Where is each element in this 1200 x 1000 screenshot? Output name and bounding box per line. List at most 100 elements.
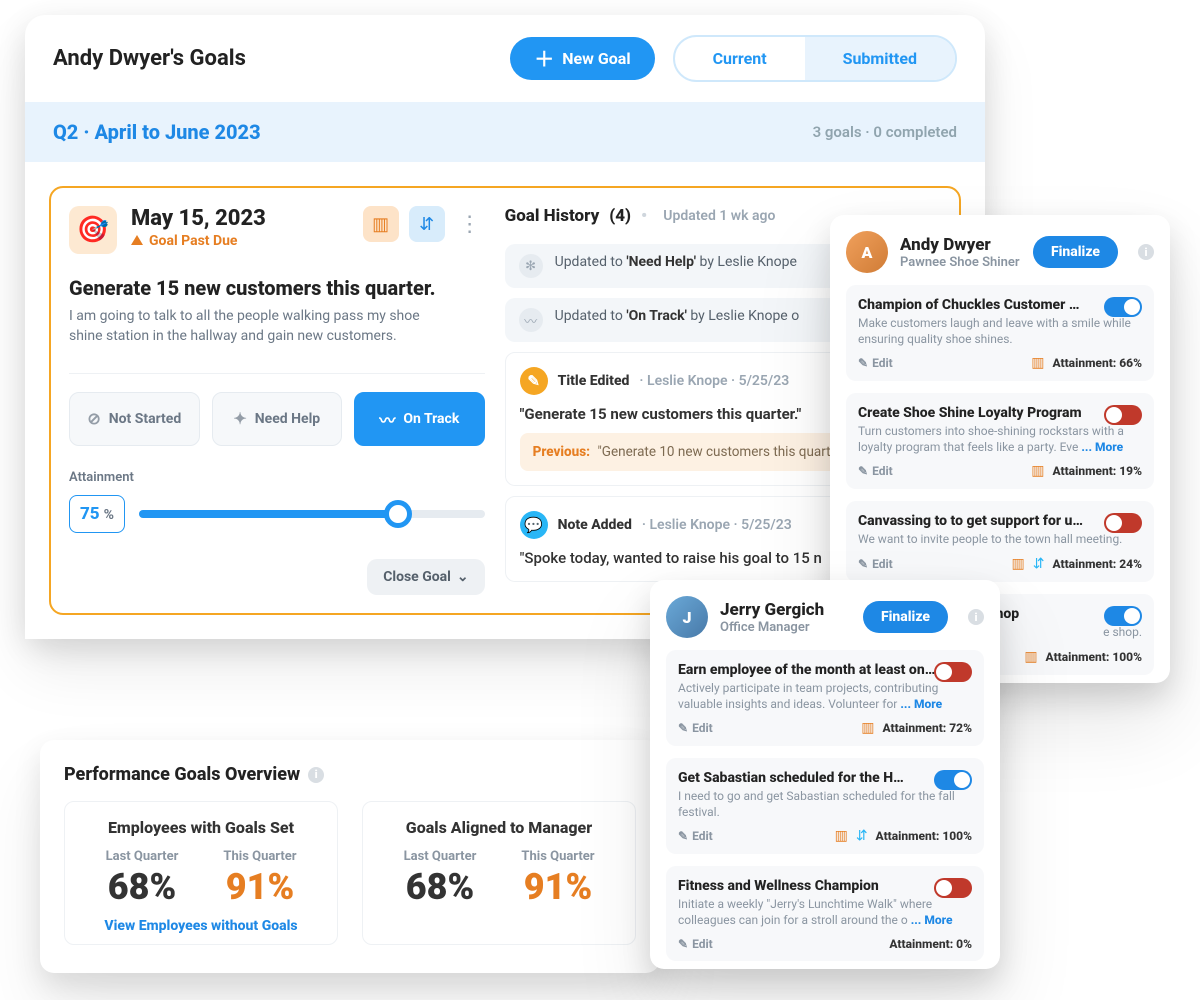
period-label: Q2 · April to June 2023 (53, 120, 261, 144)
report-icon[interactable]: ▥ (1012, 556, 1025, 572)
history-note-meta: · Leslie Knope · 5/25/23 (642, 517, 792, 533)
report-icon[interactable]: ▥ (1031, 355, 1044, 371)
goal-head: 🎯 May 15, 2023 Goal Past Due ▥ ⇵ ⋮ (69, 206, 485, 254)
report-icon[interactable]: ▥ (1031, 463, 1044, 479)
edit-button[interactable]: ✎Edit (858, 356, 893, 370)
history-pre: Updated to (555, 308, 627, 324)
goal-item-desc: Make customers laugh and leave with a sm… (858, 316, 1142, 347)
goal-head-text: May 15, 2023 Goal Past Due (131, 206, 266, 249)
history-title-text: Goal History (505, 206, 600, 226)
target-icon: 🎯 (69, 206, 117, 254)
goal-item-title: Get Sabastian scheduled for the Harves… (678, 770, 908, 786)
tab-submitted[interactable]: Submitted (805, 37, 955, 80)
info-icon[interactable]: i (308, 767, 324, 783)
goal-toggle[interactable] (934, 662, 972, 682)
attainment-text: Attainment: 100% (876, 829, 972, 843)
more-link[interactable]: ... More (1081, 440, 1123, 454)
ov-last: Last Quarter 68% (381, 849, 499, 908)
goal-toggle[interactable] (1104, 297, 1142, 317)
close-goal-button[interactable]: Close Goal ⌄ (367, 559, 484, 595)
period-bar: Q2 · April to June 2023 3 goals · 0 comp… (25, 102, 985, 162)
status-on-track[interactable]: 〰 On Track (354, 392, 485, 446)
report-icon[interactable]: ▥ (1024, 649, 1037, 665)
attainment-text: Attainment: 100% (1046, 650, 1142, 664)
history-edit-title: Title Edited (558, 373, 630, 389)
goal-toggle[interactable] (1104, 405, 1142, 425)
edit-label: Edit (872, 356, 893, 370)
goal-item-footer: ✎Edit ▥ Attainment: 66% (858, 355, 1142, 371)
more-link[interactable]: ... More (911, 913, 953, 927)
pencil-icon: ✎ (678, 721, 688, 735)
goal-toggle[interactable] (1104, 606, 1142, 626)
attainment-row: 75 % (69, 495, 485, 533)
edit-label: Edit (872, 557, 893, 571)
ov-this: This Quarter 91% (499, 849, 617, 908)
goal-item-title: Create Shoe Shine Loyalty Program (858, 405, 1088, 421)
edit-button[interactable]: ✎ Edit (678, 721, 713, 735)
edit-button[interactable]: ✎Edit (858, 464, 893, 478)
goal-item-desc: I need to go and get Sabastian scheduled… (678, 789, 972, 820)
people-icon[interactable]: ⇵ (856, 828, 868, 844)
status-need-help-label: Need Help (255, 411, 320, 427)
period-stats: 3 goals · 0 completed (813, 123, 957, 141)
goal-toggle[interactable] (934, 878, 972, 898)
goal-report-button[interactable]: ▥ (363, 206, 399, 242)
pencil-icon: ✎ (858, 557, 868, 571)
finalize-button[interactable]: Finalize (863, 601, 948, 633)
more-link[interactable]: ... More (900, 697, 942, 711)
status-need-help[interactable]: ✦ Need Help (212, 392, 343, 446)
goal-item-footer: ✎Edit Attainment: 0% (678, 937, 972, 951)
goal-toggle[interactable] (1104, 513, 1142, 533)
attainment-slider[interactable] (139, 501, 485, 527)
dot-icon: • (641, 206, 647, 226)
slider-thumb[interactable] (384, 500, 412, 528)
edit-button[interactable]: ✎Edit (678, 829, 713, 843)
need-help-icon: ✦ (233, 409, 246, 428)
goal-item-footer: ✎ Edit ▥ ⇵ Attainment: 24% (858, 556, 1142, 572)
tab-current[interactable]: Current (675, 37, 805, 80)
goal-item: Earn employee of the month at least once… (666, 650, 984, 746)
warning-icon (131, 235, 143, 245)
report-icon[interactable]: ▥ (861, 720, 874, 736)
history-by: by Leslie Knope (700, 254, 797, 270)
person-name: Andy Dwyer (900, 235, 1020, 255)
overview-title-text: Performance Goals Overview (64, 764, 300, 785)
edit-label: Edit (692, 721, 713, 735)
edit-button[interactable]: ✎Edit (678, 937, 713, 951)
ov-cell-title: Goals Aligned to Manager (381, 818, 617, 837)
ov-num: 68% (83, 866, 201, 908)
status-not-started[interactable]: ⊘ Not Started (69, 392, 200, 446)
history-note-title: Note Added (558, 517, 632, 533)
view-employees-link[interactable]: View Employees without Goals (83, 918, 319, 934)
edit-button[interactable]: ✎ Edit (858, 557, 893, 571)
report-icon[interactable]: ▥ (835, 828, 848, 844)
edit-chip-icon: ✎ (520, 367, 548, 395)
goal-toggle[interactable] (934, 770, 972, 790)
not-started-icon: ⊘ (87, 409, 100, 428)
attainment-text: Attainment: 19% (1052, 464, 1142, 478)
history-pre: Updated to (555, 254, 627, 270)
goal-item-desc: Initiate a weekly "Jerry's Lunchtime Wal… (678, 897, 972, 928)
history-state: 'Need Help' (626, 254, 696, 270)
ov-num: 91% (201, 866, 319, 908)
new-goal-label: New Goal (562, 49, 630, 68)
person-head: J Jerry Gergich Office Manager Finalize … (666, 596, 984, 638)
new-goal-button[interactable]: ＋ New Goal (510, 37, 654, 80)
attainment-input[interactable]: 75 % (69, 495, 125, 533)
attainment-text: Attainment: 24% (1052, 557, 1142, 571)
goal-item-footer: ✎Edit ▥ ⇵ Attainment: 100% (678, 828, 972, 844)
goal-left: 🎯 May 15, 2023 Goal Past Due ▥ ⇵ ⋮ (69, 206, 485, 595)
info-icon[interactable]: i (1138, 244, 1154, 260)
finalize-button[interactable]: Finalize (1033, 236, 1118, 268)
ov-last: Last Quarter 68% (83, 849, 201, 908)
info-icon[interactable]: i (968, 609, 984, 625)
people-icon[interactable]: ⇵ (1033, 556, 1045, 572)
goal-kebab-menu[interactable]: ⋮ (455, 212, 485, 237)
previous-text: "Generate 10 new customers this quarte (597, 444, 837, 460)
ov-cell-title: Employees with Goals Set (83, 818, 319, 837)
goal-item: Champion of Chuckles Customer Satisfa… M… (846, 285, 1154, 381)
status-not-started-label: Not Started (109, 411, 182, 427)
ov-sub: This Quarter (499, 849, 617, 864)
goal-share-button[interactable]: ⇵ (409, 206, 445, 242)
goal-item-desc: We want to invite people to the town hal… (858, 532, 1142, 548)
